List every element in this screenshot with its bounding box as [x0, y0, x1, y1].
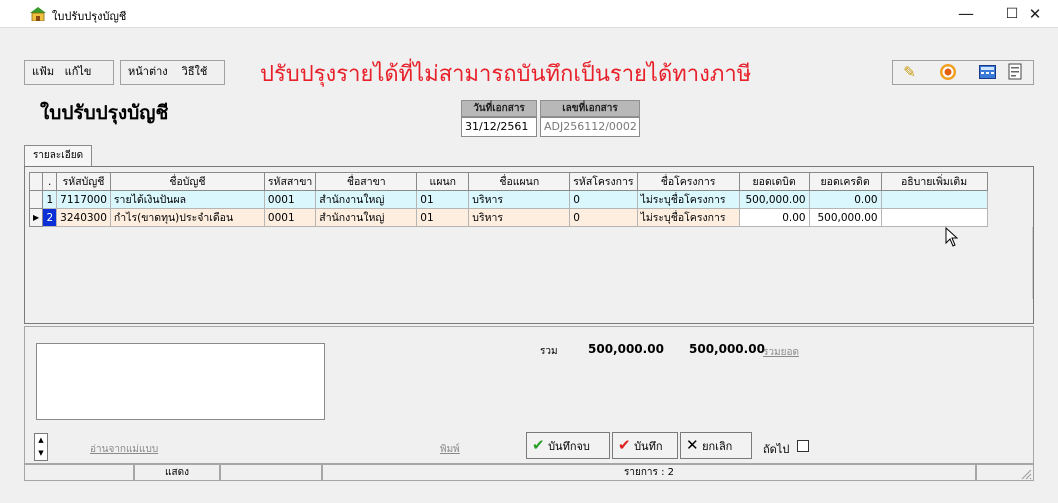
- cell-branch-name[interactable]: สำนักงานใหญ่: [315, 190, 418, 209]
- cell-account-name[interactable]: รายได้เงินปันผล: [109, 190, 265, 209]
- recalc-total-link[interactable]: รวมยอด: [763, 345, 799, 360]
- cell-credit[interactable]: 0.00: [808, 190, 882, 209]
- scroll-up-icon[interactable]: ⌃: [1031, 173, 1033, 183]
- total-label: รวม: [540, 346, 558, 357]
- mouse-cursor-icon: [945, 227, 958, 247]
- cancel-label: ยกเลิก: [702, 440, 733, 453]
- detail-grid: . รหัสบัญชี ชื่อบัญชี รหัสสาขา ชื่อสาขา …: [24, 166, 1034, 324]
- checkmark-green-icon: ✔: [532, 436, 545, 454]
- cell-project-code[interactable]: 0: [569, 208, 638, 227]
- cell-dept-name[interactable]: บริหาร: [468, 190, 571, 209]
- row-pointer-icon: ▶: [28, 208, 44, 227]
- col-header-branch-code[interactable]: รหัสสาขา: [263, 172, 317, 191]
- cell-note[interactable]: [880, 208, 988, 227]
- status-cell-3: [220, 464, 322, 481]
- app-icon: [30, 7, 46, 21]
- col-header-no[interactable]: .: [42, 172, 58, 191]
- detail-table: . รหัสบัญชี ชื่อบัญชี รหัสสาขา ชื่อสาขา …: [28, 172, 988, 227]
- row-number: 1: [42, 190, 58, 209]
- col-header-debit[interactable]: ยอดเดบิต: [738, 172, 810, 191]
- window-title: ใบปรับปรุงบัญชี: [52, 10, 127, 23]
- close-button[interactable]: ✕: [1012, 0, 1058, 28]
- tab-details[interactable]: รายละเอียด: [24, 145, 92, 167]
- cell-note[interactable]: [880, 190, 988, 209]
- cell-debit[interactable]: 0.00: [738, 208, 810, 227]
- row-number: 2: [42, 208, 58, 227]
- doc-date-label: วันที่เอกสาร: [461, 100, 537, 117]
- status-show: แสดง: [134, 464, 220, 481]
- print-link[interactable]: พิมพ์: [440, 442, 460, 457]
- cell-project-name[interactable]: ไม่ระบุชื่อโครงการ: [636, 190, 740, 209]
- cell-project-code[interactable]: 0: [569, 190, 638, 209]
- pen-icon[interactable]: ✎: [897, 60, 922, 85]
- checkmark-red-icon: ✔: [618, 436, 631, 454]
- cell-project-name[interactable]: ไม่ระบุชื่อโครงการ: [636, 208, 740, 227]
- cell-branch-code[interactable]: 0001: [263, 190, 317, 209]
- read-template-link[interactable]: อ่านจากแม่แบบ: [90, 442, 158, 457]
- header-indicator: [28, 172, 44, 191]
- col-header-project-name[interactable]: ชื่อโครงการ: [636, 172, 740, 191]
- total-debit: 500,000.00: [588, 342, 664, 356]
- save-close-label: บันทึกจบ: [548, 440, 590, 453]
- menu-help[interactable]: วิธีใช้: [182, 65, 208, 78]
- spin-down-icon[interactable]: ▼: [35, 447, 47, 460]
- row-spinner[interactable]: ▲ ▼: [34, 433, 48, 461]
- status-cell-1: [24, 464, 134, 481]
- save-close-button[interactable]: ✔ บันทึกจบ: [526, 432, 610, 459]
- cell-credit[interactable]: 500,000.00: [808, 208, 882, 227]
- row-indicator: [28, 190, 44, 209]
- cell-account-code[interactable]: 7117000: [56, 190, 111, 209]
- spin-up-icon[interactable]: ▲: [35, 434, 47, 447]
- cross-icon: ✕: [686, 436, 699, 454]
- grid-header-row: . รหัสบัญชี ชื่อบัญชี รหัสสาขา ชื่อสาขา …: [28, 172, 988, 191]
- scroll-thumb[interactable]: [1032, 227, 1033, 299]
- cell-account-name[interactable]: กำไร(ขาดทุน)ประจำเดือน: [109, 208, 265, 227]
- menu-group-file-edit: แฟ้ม แก้ไข: [24, 60, 114, 85]
- cell-dept[interactable]: 01: [416, 190, 470, 209]
- col-header-note[interactable]: อธิบายเพิ่มเติม: [880, 172, 988, 191]
- resize-grip-icon[interactable]: [1020, 468, 1032, 480]
- cell-branch-code[interactable]: 0001: [263, 208, 317, 227]
- cell-dept[interactable]: 01: [416, 208, 470, 227]
- col-header-account-name[interactable]: ชื่อบัญชี: [109, 172, 265, 191]
- next-checkbox[interactable]: [797, 440, 809, 452]
- save-button[interactable]: ✔ บันทึก: [612, 432, 678, 459]
- doc-date-field[interactable]: 31/12/2561: [461, 117, 537, 137]
- menu-group-window-help: หน้าต่าง วิธีใช้: [120, 60, 225, 85]
- document-title: ใบปรับปรุงบัญชี: [40, 102, 169, 124]
- banner-title: ปรับปรุงรายได้ที่ไม่สามารถบันทึกเป็นรายไ…: [260, 62, 752, 87]
- menu-window[interactable]: หน้าต่าง: [128, 65, 168, 78]
- save-label: บันทึก: [634, 440, 663, 453]
- total-credit: 500,000.00: [689, 342, 765, 356]
- menu-file[interactable]: แฟ้ม: [32, 65, 54, 78]
- cell-account-code[interactable]: 3240300: [56, 208, 111, 227]
- col-header-project-code[interactable]: รหัสโครงการ: [569, 172, 638, 191]
- col-header-credit[interactable]: ยอดเครดิต: [808, 172, 882, 191]
- col-header-branch-name[interactable]: ชื่อสาขา: [315, 172, 418, 191]
- title-bar: ใบปรับปรุงบัญชี — ☐ ✕: [0, 0, 1058, 28]
- cell-debit[interactable]: 500,000.00: [738, 190, 810, 209]
- col-header-dept[interactable]: แผนก: [416, 172, 470, 191]
- cancel-button[interactable]: ✕ ยกเลิก: [680, 432, 752, 459]
- minimize-button[interactable]: —: [943, 0, 989, 28]
- grid-vertical-scrollbar[interactable]: ⌃ ⌄: [1031, 167, 1033, 323]
- doc-number-field[interactable]: ADJ256112/0002: [540, 117, 640, 137]
- table-row[interactable]: ▶ 2 3240300 กำไร(ขาดทุน)ประจำเดือน 0001 …: [28, 208, 988, 227]
- next-label: ถัดไป: [763, 443, 790, 456]
- cell-branch-name[interactable]: สำนักงานใหญ่: [315, 208, 418, 227]
- scroll-down-icon[interactable]: ⌄: [1031, 305, 1033, 315]
- calculator-icon[interactable]: [975, 60, 1000, 85]
- status-item-count: รายการ : 2: [322, 464, 976, 481]
- col-header-dept-name[interactable]: ชื่อแผนก: [468, 172, 571, 191]
- table-row[interactable]: 1 7117000 รายได้เงินปันผล 0001 สำนักงานใ…: [28, 190, 988, 209]
- menu-edit[interactable]: แก้ไข: [65, 65, 92, 78]
- doc-number-label: เลขที่เอกสาร: [540, 100, 640, 117]
- col-header-account-code[interactable]: รหัสบัญชี: [56, 172, 111, 191]
- memo-textarea[interactable]: [36, 343, 325, 420]
- document-icon[interactable]: [1002, 60, 1027, 85]
- cell-dept-name[interactable]: บริหาร: [468, 208, 571, 227]
- target-icon[interactable]: [935, 60, 960, 85]
